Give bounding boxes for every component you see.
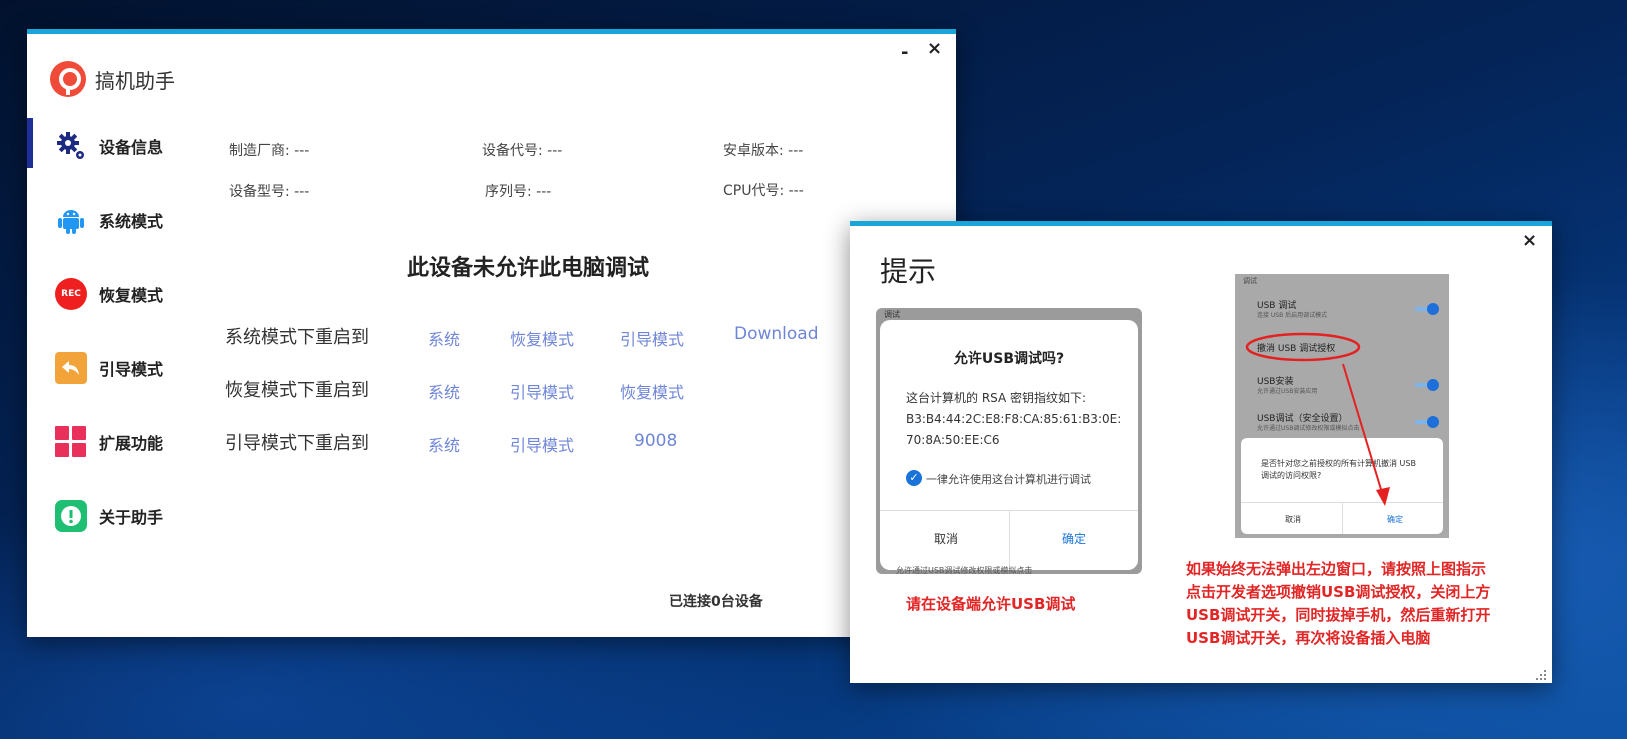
sidebar-item-device-info[interactable]: 设备信息 [27, 120, 207, 170]
app-title: 搞机助手 [95, 69, 175, 93]
minimize-button[interactable]: - [901, 42, 908, 63]
checkbox-checked-icon: ✓ [906, 470, 922, 486]
pointer-arrow-icon [1342, 363, 1390, 506]
body-line: 70:8A:50:EE:C6 [906, 433, 1000, 447]
sidebar-item-extensions[interactable]: 扩展功能 [27, 416, 207, 466]
instruction-text: 如果始终无法弹出左边窗口，请按照上图指示 点击开发者选项撤销USB调试授权，关闭… [1186, 558, 1490, 650]
sidebar-item-label: 引导模式 [99, 360, 164, 379]
dialog-title: 允许USB调试吗? [953, 351, 1065, 367]
cpu-info: CPU代号: --- [723, 183, 804, 199]
resize-grip-icon[interactable] [1534, 668, 1548, 682]
sidebar-item-system-mode[interactable]: 系统模式 [27, 194, 207, 244]
instruction-line: 如果始终无法弹出左边窗口，请按照上图指示 [1186, 560, 1487, 578]
rec-badge: REC [61, 289, 81, 299]
sidebar-item-label: 系统模式 [99, 212, 164, 231]
system-reboot-to-download[interactable]: Download [734, 324, 819, 344]
system-reboot-to-system[interactable]: 系统 [428, 326, 460, 350]
shot-footer: 允许通过USB调试修改权限或模拟点击 [896, 566, 1033, 574]
revoke-usb-auth-screenshot: 调试 USB 调试 连接 USB 后启用调试模式 撤消 USB 调试授权 USB… [1235, 274, 1449, 538]
android-icon [58, 210, 84, 234]
sidebar-item-bootloader-mode[interactable]: 引导模式 [27, 342, 207, 392]
sidebar-item-label: 关于助手 [99, 508, 164, 527]
recovery-reboot-to-system[interactable]: 系统 [428, 379, 460, 403]
recovery-reboot-label: 恢复模式下重启到 [225, 380, 369, 401]
system-reboot-to-bootloader[interactable]: 引导模式 [620, 326, 684, 350]
instruction-line: 点击开发者选项撤销USB调试授权，关闭上方 [1186, 583, 1491, 601]
grid-icon [55, 426, 86, 457]
bootloader-reboot-to-9008[interactable]: 9008 [634, 431, 677, 451]
bootloader-reboot-to-bootloader[interactable]: 引导模式 [510, 432, 574, 456]
connection-status: 已连接0台设备 [669, 594, 763, 610]
main-window: - × 搞机助手 设备信息 系统模式 REC 恢复模式 引导模式 扩展功能 关于… [27, 29, 956, 637]
sidebar-item-recovery-mode[interactable]: REC 恢复模式 [27, 268, 207, 318]
checkbox-label: 一律允许使用这台计算机进行调试 [926, 473, 1091, 486]
dialog-body: 这台计算机的 RSA 密钥指纹如下: B3:B4:44:2C:E8:F8:CA:… [906, 388, 1121, 451]
recovery-reboot-to-recovery[interactable]: 恢复模式 [620, 379, 684, 403]
shot1-ok: 确定 [1062, 532, 1087, 546]
app-logo-icon [50, 61, 86, 97]
tip-title: 提示 [880, 255, 937, 288]
info-icon [55, 500, 87, 532]
sidebar-item-label: 扩展功能 [99, 434, 164, 453]
usb-debug-prompt-screenshot: 调试 允许USB调试吗? 这台计算机的 RSA 密钥指纹如下: B3:B4:44… [876, 308, 1142, 574]
shot1-cancel: 取消 [934, 532, 959, 546]
instruction-line: USB调试开关，同时拔掉手机，然后重新打开 [1186, 606, 1491, 624]
bootloader-reboot-label: 引导模式下重启到 [225, 433, 369, 454]
tip-window: × 提示 调试 允许USB调试吗? 这台计算机的 RSA 密钥指纹如下: B3:… [850, 221, 1552, 683]
device-code-info: 设备代号: --- [482, 143, 563, 159]
instruction-line: USB调试开关，再次将设备插入电脑 [1186, 629, 1431, 647]
body-line: B3:B4:44:2C:E8:F8:CA:85:61:B3:0E: [906, 412, 1122, 426]
divider [1009, 510, 1010, 570]
bootloader-reboot-to-system[interactable]: 系统 [428, 432, 460, 456]
sidebar-item-label: 恢复模式 [99, 286, 164, 305]
body-line: 这台计算机的 RSA 密钥指纹如下: [906, 391, 1087, 405]
android-version-info: 安卓版本: --- [723, 143, 804, 159]
rec-icon: REC [55, 278, 87, 310]
back-arrow-icon [55, 352, 87, 384]
sidebar-item-about[interactable]: 关于助手 [27, 490, 207, 540]
close-button[interactable]: × [927, 38, 942, 59]
gear-icon [57, 132, 84, 159]
system-reboot-to-recovery[interactable]: 恢复模式 [510, 326, 574, 350]
serial-info: 序列号: --- [485, 184, 552, 200]
shot-header: 调试 [884, 310, 900, 319]
model-info: 设备型号: --- [229, 184, 310, 200]
debug-status-headline: 此设备未允许此电脑调试 [407, 256, 650, 281]
usb-debug-dialog: 允许USB调试吗? 这台计算机的 RSA 密钥指纹如下: B3:B4:44:2C… [880, 320, 1138, 570]
tip-close-button[interactable]: × [1522, 230, 1537, 251]
manufacturer-info: 制造厂商: --- [229, 143, 310, 159]
recovery-reboot-to-bootloader[interactable]: 引导模式 [510, 379, 574, 403]
shot1-caption: 请在设备端允许USB调试 [906, 595, 1076, 613]
sidebar-item-label: 设备信息 [99, 138, 164, 157]
system-reboot-label: 系统模式下重启到 [225, 327, 369, 348]
